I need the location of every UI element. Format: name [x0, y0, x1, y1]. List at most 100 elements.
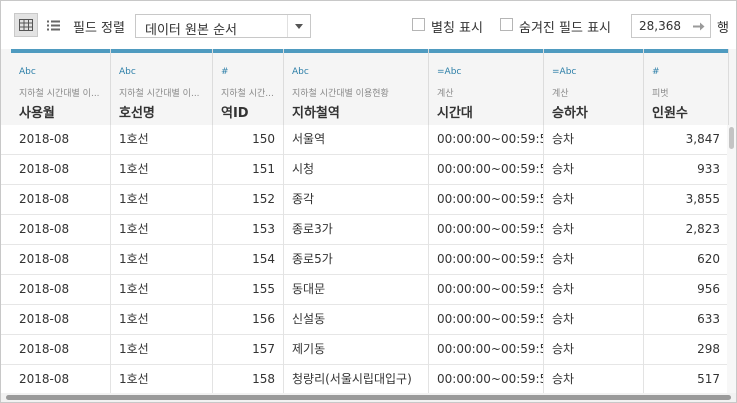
table-cell: 933: [644, 155, 729, 185]
table-row[interactable]: 2018-08 1호선 154 종로5가 00:00:00~00:59:59 승차 620: [1, 245, 736, 275]
table-cell: 1호선: [111, 365, 213, 395]
field-type-icon[interactable]: Abc: [19, 67, 36, 77]
table-cell: 승차: [544, 215, 644, 245]
table-row[interactable]: 2018-08 1호선 153 종로3가 00:00:00~00:59:59 승차 2,82…: [1, 215, 736, 245]
table-cell: 2,823: [644, 215, 729, 245]
show-aliases-checkbox[interactable]: [412, 18, 425, 31]
table-cell: 1호선: [111, 215, 213, 245]
field-source-label: 피벗: [652, 89, 669, 99]
list-icon: [46, 20, 60, 30]
table-cell: 서울역: [284, 125, 429, 155]
table-cell: 승차: [544, 155, 644, 185]
field-name: 인원수: [652, 106, 688, 121]
table-cell: 158: [213, 365, 284, 395]
table-cell: 2018-08: [11, 365, 111, 395]
column-header-accent: [213, 49, 283, 53]
field-source-label: 지하철 시간대별 이...: [19, 89, 100, 99]
horizontal-scroll-thumb[interactable]: [6, 395, 731, 400]
table-cell: 승차: [544, 125, 644, 155]
column-header[interactable]: Abc 지하철 시간대별 이용현황지하철역: [284, 49, 429, 125]
table-cell: 00:00:00~00:59:59: [429, 185, 544, 215]
field-source-label: 계산: [552, 89, 569, 99]
table-cell: 00:00:00~00:59:59: [429, 155, 544, 185]
vertical-scrollbar[interactable]: [727, 125, 736, 393]
table-cell: 620: [644, 245, 729, 275]
table-cell: 1호선: [111, 275, 213, 305]
table-cell: 157: [213, 335, 284, 365]
data-table: Abc 지하철 시간대별 이... 사용월 Abc 지하철 시간대별 이... 호선명 # 지…: [1, 49, 736, 402]
table-row[interactable]: 2018-08 1호선 150 서울역 00:00:00~00:59:59 승차 3,847: [1, 125, 736, 155]
field-type-icon[interactable]: Abc: [292, 67, 309, 77]
field-name: 지하철역: [292, 106, 340, 121]
table-cell: 1호선: [111, 155, 213, 185]
table-header: Abc 지하철 시간대별 이... 사용월 Abc 지하철 시간대별 이... 호선명 # 지…: [1, 49, 736, 126]
column-header[interactable]: # 지하철 시간... 역ID: [213, 49, 284, 125]
table-cell: 승차: [544, 275, 644, 305]
show-hidden-fields-checkbox[interactable]: [500, 18, 513, 31]
column-header[interactable]: Abc 지하철 시간대별 이... 호선명: [111, 49, 213, 125]
column-header[interactable]: =Abc 계산 승하차: [544, 49, 644, 125]
row-count-value: 28,368: [639, 19, 681, 33]
table-row[interactable]: 2018-08 1호선 151 시청 00:00:00~00:59:59 승차 933: [1, 155, 736, 185]
field-source-label: 지하철 시간대별 이용현황: [292, 89, 389, 99]
table-cell: 152: [213, 185, 284, 215]
rows-label: 행: [717, 21, 729, 36]
chevron-down-icon: [287, 15, 310, 37]
field-type-icon[interactable]: #: [652, 67, 660, 77]
table-cell: 3,855: [644, 185, 729, 215]
table-cell: 시청: [284, 155, 429, 185]
column-header-accent: [111, 49, 212, 53]
column-header-accent: [11, 49, 110, 53]
field-source-label: 지하철 시간대별 이...: [119, 89, 200, 99]
table-cell: 2018-08: [11, 155, 111, 185]
table-cell: 동대문: [284, 275, 429, 305]
table-cell: 153: [213, 215, 284, 245]
table-row[interactable]: 2018-08 1호선 157 제기동 00:00:00~00:59:59 승차 298: [1, 335, 736, 365]
grid-view-button[interactable]: [14, 13, 38, 37]
table-cell: 종로5가: [284, 245, 429, 275]
table-cell: 2018-08: [11, 245, 111, 275]
list-view-button[interactable]: [41, 13, 65, 37]
field-name: 역ID: [221, 106, 249, 121]
table-row[interactable]: 2018-08 1호선 156 신설동 00:00:00~00:59:59 승차 633: [1, 305, 736, 335]
table-cell: 청량리(서울시립대입구): [284, 365, 429, 395]
table-cell: 633: [644, 305, 729, 335]
column-header[interactable]: =Abc 계산 시간대: [429, 49, 544, 125]
toolbar: 필드 정렬 데이터 원본 순서 별칭 표시 숨겨진 필드 표시 28,368 행: [1, 1, 736, 49]
table-cell: 154: [213, 245, 284, 275]
table-cell: 2018-08: [11, 305, 111, 335]
column-header[interactable]: Abc 지하철 시간대별 이... 사용월: [11, 49, 111, 125]
table-cell: 151: [213, 155, 284, 185]
table-row[interactable]: 2018-08 1호선 155 동대문 00:00:00~00:59:59 승차 956: [1, 275, 736, 305]
table-row[interactable]: 2018-08 1호선 158 청량리(서울시립대입구) 00:00:00~00:59:…: [1, 365, 736, 395]
sort-fields-select[interactable]: 데이터 원본 순서: [135, 14, 311, 38]
field-type-icon[interactable]: =Abc: [552, 67, 576, 77]
table-cell: 2018-08: [11, 215, 111, 245]
field-type-icon[interactable]: #: [221, 67, 229, 77]
column-header-accent: [644, 49, 728, 53]
row-count-input[interactable]: 28,368: [631, 14, 711, 38]
field-source-label: 계산: [437, 89, 454, 99]
table-cell: 00:00:00~00:59:59: [429, 305, 544, 335]
field-type-icon[interactable]: =Abc: [437, 67, 461, 77]
table-cell: 1호선: [111, 245, 213, 275]
column-header-accent: [544, 49, 643, 53]
table-cell: 155: [213, 275, 284, 305]
table-cell: 156: [213, 305, 284, 335]
table-row[interactable]: 2018-08 1호선 152 종각 00:00:00~00:59:59 승차 3,855: [1, 185, 736, 215]
table-cell: 승차: [544, 245, 644, 275]
table-cell: 승차: [544, 365, 644, 395]
table-cell: 종로3가: [284, 215, 429, 245]
column-header[interactable]: # 피벗인원수: [644, 49, 729, 125]
column-header-accent: [429, 49, 543, 53]
field-type-icon[interactable]: Abc: [119, 67, 136, 77]
table-cell: 1호선: [111, 185, 213, 215]
table-cell: 2018-08: [11, 275, 111, 305]
vertical-scroll-thumb[interactable]: [729, 127, 734, 149]
field-source-label: 지하철 시간...: [221, 89, 274, 99]
sort-fields-label: 필드 정렬: [73, 21, 125, 36]
arrow-right-icon[interactable]: [688, 15, 710, 37]
field-name: 호선명: [119, 106, 155, 121]
table-cell: 00:00:00~00:59:59: [429, 215, 544, 245]
table-cell: 종각: [284, 185, 429, 215]
